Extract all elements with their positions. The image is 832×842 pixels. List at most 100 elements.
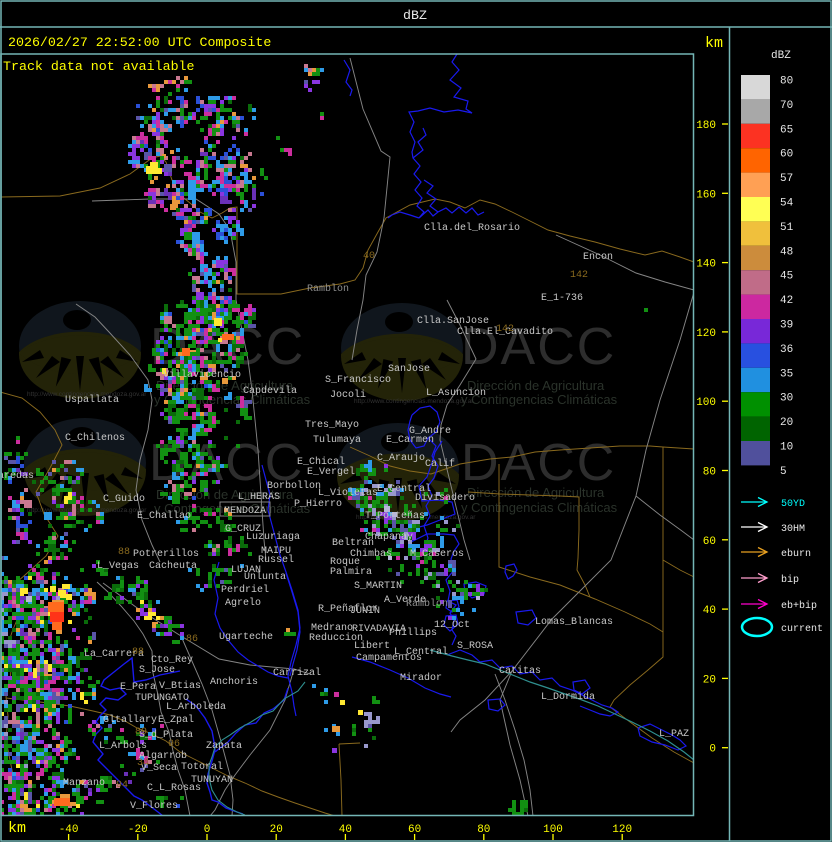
- svg-text:MENDOZA: MENDOZA: [224, 506, 266, 517]
- svg-text:Totoral: Totoral: [181, 761, 223, 773]
- svg-text:2026/02/27 22:52:00 UTC Compos: 2026/02/27 22:52:00 UTC Composite: [8, 35, 271, 50]
- svg-text:Beltran: Beltran: [332, 537, 374, 549]
- svg-text:Phillips: Phillips: [389, 627, 437, 639]
- svg-text:Ugarteche: Ugarteche: [219, 631, 273, 643]
- svg-text:Clla.SanJose: Clla.SanJose: [417, 315, 489, 327]
- svg-text:Luzuriaga: Luzuriaga: [246, 531, 300, 543]
- svg-text:Encon: Encon: [583, 252, 613, 263]
- svg-text:80: 80: [703, 467, 716, 479]
- svg-text:http://www.contingencias.mendo: http://www.contingencias.mendoza.gov.ar: [354, 398, 474, 405]
- svg-text:bip: bip: [781, 574, 799, 586]
- svg-text:Perdriel: Perdriel: [221, 584, 269, 596]
- svg-text:Catitas: Catitas: [499, 665, 541, 677]
- svg-text:E_Vergel: E_Vergel: [307, 466, 355, 478]
- svg-text:Cacheuta: Cacheuta: [149, 560, 197, 572]
- svg-text:Clla.del_Rosario: Clla.del_Rosario: [424, 222, 520, 234]
- svg-text:96: 96: [168, 739, 180, 750]
- svg-text:Gltallary: Gltallary: [103, 714, 157, 726]
- svg-text:Manzano: Manzano: [63, 778, 105, 789]
- svg-text:L_Arboleda: L_Arboleda: [166, 701, 226, 713]
- svg-text:Villavicencio: Villavicencio: [163, 369, 241, 381]
- svg-text:Calif: Calif: [425, 458, 455, 470]
- svg-text:T_Porteñas: T_Porteñas: [365, 510, 425, 522]
- svg-text:40: 40: [703, 605, 716, 617]
- svg-text:Lomas_Blancas: Lomas_Blancas: [535, 616, 613, 628]
- svg-text:45: 45: [780, 271, 793, 283]
- svg-text:Divisadero: Divisadero: [415, 492, 475, 504]
- svg-text:Capdevila: Capdevila: [243, 385, 297, 397]
- svg-text:Mirador: Mirador: [400, 672, 442, 684]
- svg-text:88: 88: [132, 647, 144, 658]
- svg-text:120: 120: [696, 328, 716, 340]
- svg-text:0: 0: [709, 744, 716, 756]
- svg-text:Unlunta: Unlunta: [244, 571, 286, 583]
- svg-text:C_Araujo: C_Araujo: [377, 452, 425, 464]
- svg-text:km: km: [8, 820, 26, 837]
- svg-text:5: 5: [780, 466, 787, 478]
- svg-text:48: 48: [780, 246, 793, 258]
- svg-text:S_ROSA: S_ROSA: [457, 641, 493, 652]
- svg-text:S_MARTIN: S_MARTIN: [354, 581, 402, 592]
- svg-text:10: 10: [780, 442, 793, 454]
- svg-text:140: 140: [696, 259, 716, 271]
- svg-text:30: 30: [780, 393, 793, 405]
- svg-text:Anchoris: Anchoris: [210, 676, 258, 688]
- svg-text:20: 20: [780, 417, 793, 429]
- svg-text:SanJose: SanJose: [388, 364, 430, 375]
- svg-text:V_Btias: V_Btias: [159, 680, 201, 692]
- svg-text:Ramblon: Ramblon: [307, 283, 349, 295]
- svg-text:E_1-736: E_1-736: [541, 293, 583, 304]
- svg-text:JUNIN: JUNIN: [350, 606, 380, 617]
- svg-text:180: 180: [696, 120, 716, 132]
- svg-text:42: 42: [780, 295, 793, 307]
- svg-text:P_Hierro: P_Hierro: [294, 498, 342, 510]
- svg-text:L_Dormida: L_Dormida: [541, 691, 595, 703]
- svg-text:Tres_Mayo: Tres_Mayo: [305, 420, 359, 431]
- svg-text:142: 142: [570, 270, 588, 281]
- svg-text:L_HERAS: L_HERAS: [238, 492, 280, 503]
- svg-text:L_Vegas: L_Vegas: [97, 561, 139, 572]
- svg-text:34: 34: [137, 758, 149, 769]
- svg-text:E_Zpal: E_Zpal: [158, 714, 194, 726]
- svg-text:60: 60: [703, 536, 716, 548]
- svg-text:60: 60: [780, 149, 793, 161]
- svg-text:88: 88: [118, 547, 130, 558]
- svg-text:40: 40: [363, 251, 375, 262]
- svg-text:54: 54: [780, 198, 794, 210]
- svg-text:dBZ: dBZ: [403, 8, 427, 23]
- svg-text:Ramblon: Ramblon: [406, 598, 448, 610]
- svg-text:eb+bip: eb+bip: [781, 600, 817, 612]
- svg-text:Carrizal: Carrizal: [273, 667, 321, 679]
- svg-text:Jocoli: Jocoli: [330, 389, 366, 401]
- svg-text:Russel: Russel: [258, 554, 294, 566]
- svg-text:Track data not available: Track data not available: [3, 59, 195, 74]
- svg-text:39: 39: [780, 320, 793, 332]
- svg-text:dBZ: dBZ: [771, 50, 791, 62]
- svg-text:V_Flores: V_Flores: [130, 800, 178, 812]
- svg-text:50YD: 50YD: [781, 499, 805, 510]
- svg-text:eburn: eburn: [781, 548, 811, 560]
- svg-text:Agrelo: Agrelo: [225, 597, 261, 609]
- svg-text:160: 160: [696, 189, 716, 201]
- svg-text:E_Challao: E_Challao: [137, 510, 191, 522]
- svg-text:Zapata: Zapata: [206, 741, 242, 752]
- svg-text:20: 20: [703, 674, 716, 686]
- svg-text:S_d_Plata: S_d_Plata: [139, 729, 193, 741]
- svg-text:S_Francisco: S_Francisco: [325, 374, 391, 386]
- svg-text:100: 100: [696, 397, 716, 409]
- svg-text:142: 142: [496, 324, 514, 335]
- svg-text:Dirección de Agricultura: Dirección de Agricultura: [467, 485, 605, 500]
- svg-text:30HM: 30HM: [781, 524, 805, 535]
- svg-text:89: 89: [135, 727, 147, 738]
- svg-text:57: 57: [780, 173, 793, 185]
- svg-text:94: 94: [116, 780, 128, 791]
- svg-text:L_Violetas: L_Violetas: [318, 487, 378, 499]
- svg-text:Paredas: Paredas: [0, 470, 34, 482]
- svg-text:Uspallata: Uspallata: [65, 394, 119, 406]
- svg-text:L_Asuncion: L_Asuncion: [426, 387, 486, 399]
- svg-text:86: 86: [186, 634, 198, 645]
- svg-text:35: 35: [780, 368, 793, 380]
- svg-text:51: 51: [780, 222, 794, 234]
- svg-text:Roque: Roque: [330, 557, 360, 568]
- svg-text:y Contingencias Climáticas: y Contingencias Climáticas: [461, 500, 618, 515]
